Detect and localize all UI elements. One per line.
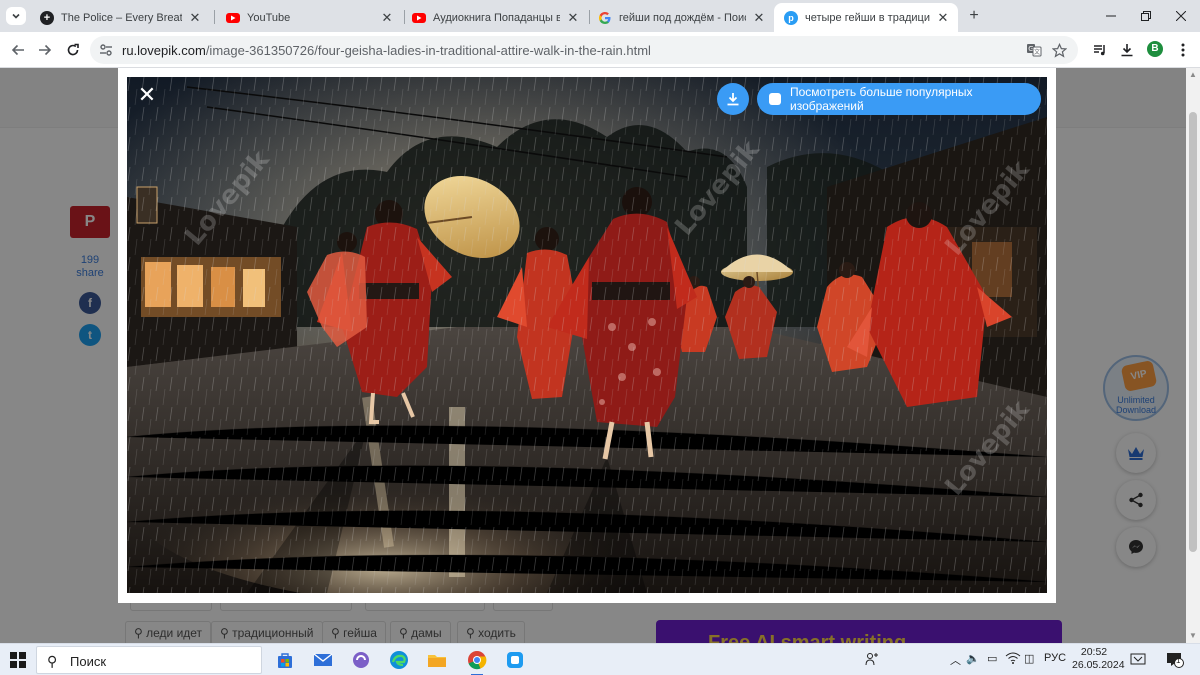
wifi-icon[interactable] — [1005, 652, 1021, 667]
scroll-thumb[interactable] — [1189, 112, 1197, 552]
app-circle-icon[interactable] — [349, 648, 373, 672]
blue-app-icon[interactable] — [503, 648, 527, 672]
svg-text:文: 文 — [1034, 48, 1040, 56]
new-tab-button[interactable]: + — [965, 7, 983, 25]
download-icon[interactable] — [1117, 40, 1137, 60]
arrow-right-icon — [39, 44, 52, 56]
youtube-icon — [412, 12, 426, 23]
battery-icon[interactable]: ▭ — [987, 652, 997, 665]
geisha-rain-photo: Lovepik Lovepik Lovepik Lovepik ✕ Посмот… — [127, 77, 1047, 593]
photo-illustration: Lovepik Lovepik Lovepik Lovepik — [127, 77, 1047, 593]
media-controls-icon[interactable] — [1090, 40, 1110, 60]
close-window-button[interactable] — [1158, 0, 1200, 32]
google-icon — [598, 11, 612, 25]
back-button[interactable] — [6, 38, 30, 62]
edge-app-icon[interactable] — [387, 648, 411, 672]
arrow-left-icon — [11, 44, 24, 56]
chrome-app-icon[interactable] — [465, 648, 489, 675]
site-settings-icon[interactable] — [98, 42, 114, 58]
clock-date: 26.05.2024 — [1072, 659, 1125, 671]
bookmark-star-icon[interactable] — [1050, 41, 1068, 59]
more-menu-icon[interactable] — [1173, 40, 1193, 60]
taskbar-search-box[interactable]: ⚲ Поиск — [36, 646, 262, 674]
scroll-up-icon[interactable]: ▲ — [1186, 68, 1200, 82]
url-text[interactable]: ru.lovepik.com/image-361350726/four-geis… — [122, 43, 651, 58]
translate-icon[interactable]: G文 — [1025, 41, 1043, 59]
reload-button[interactable] — [61, 38, 85, 62]
close-icon[interactable]: ✕ — [936, 10, 950, 26]
tab-google-search[interactable]: гейши под дождём - Поиск в ✕ — [588, 3, 774, 32]
close-icon[interactable]: ✕ — [380, 10, 394, 26]
clock-time: 20:52 — [1080, 646, 1108, 658]
reload-icon — [67, 43, 79, 56]
tab-youtube[interactable]: YouTube ✕ — [216, 3, 402, 32]
close-modal-button[interactable]: ✕ — [133, 81, 161, 109]
more-popular-images-label: Посмотреть больше популярных изображений — [790, 85, 973, 113]
page-scrollbar[interactable]: ▲ ▼ — [1186, 68, 1200, 643]
download-icon — [727, 93, 739, 106]
youtube-icon — [226, 12, 240, 23]
restore-icon — [1141, 11, 1151, 21]
forward-button[interactable] — [33, 38, 57, 62]
close-icon — [1176, 11, 1186, 21]
scroll-down-icon[interactable]: ▼ — [1186, 629, 1200, 643]
profile-avatar[interactable]: B — [1147, 41, 1163, 57]
file-explorer-icon[interactable] — [425, 648, 449, 672]
lovepik-icon: p — [784, 10, 798, 25]
notification-center-icon[interactable]: 1 — [1166, 652, 1184, 671]
language-indicator[interactable]: РУС — [1044, 652, 1066, 664]
windows-taskbar: ⚲ Поиск ︿ 🔈 ▭ ◫ РУС 20:52 26.05.2024 1 — [0, 643, 1200, 675]
url-path: /image-361350726/four-geisha-ladies-in-t… — [205, 43, 651, 58]
gallery-icon — [769, 93, 781, 105]
plus-circle-icon: + — [40, 10, 54, 25]
close-icon[interactable]: ✕ — [188, 10, 202, 26]
taskbar-search-placeholder: Поиск — [70, 654, 107, 669]
mail-app-icon[interactable] — [311, 648, 335, 672]
windows-start-icon[interactable] — [10, 652, 26, 668]
tab-audiobook[interactable]: Аудиокнига Попаданцы в про ✕ — [402, 3, 588, 32]
more-popular-images-button[interactable]: Посмотреть больше популярных изображений — [757, 83, 1041, 115]
tab-title: Аудиокнига Попаданцы в про — [433, 11, 560, 24]
tab-title: четыре гейши в традиционны — [805, 11, 930, 24]
close-icon[interactable]: ✕ — [566, 10, 580, 26]
minimize-icon — [1106, 15, 1116, 17]
download-image-button[interactable] — [717, 83, 749, 115]
close-icon[interactable]: ✕ — [752, 10, 766, 26]
network-icon[interactable]: ◫ — [1024, 652, 1034, 665]
tab-title: гейши под дождём - Поиск в — [619, 11, 746, 24]
tab-title: YouTube — [247, 11, 291, 24]
tab-separator — [214, 10, 215, 24]
system-clock[interactable]: 20:52 26.05.2024 — [1072, 646, 1125, 672]
chevron-down-icon — [12, 13, 20, 19]
show-hidden-icons-icon[interactable]: ︿ — [950, 652, 961, 668]
tab-lovepik[interactable]: p четыре гейши в традиционны ✕ — [774, 3, 958, 32]
keyboard-icon[interactable] — [1130, 652, 1146, 669]
url-host: ru.lovepik.com — [122, 43, 206, 58]
address-bar[interactable]: ru.lovepik.com/image-361350726/four-geis… — [90, 36, 1078, 64]
tab-strip: + The Police – Every Breath You Ta ✕ You… — [0, 0, 1200, 32]
tab-title: The Police – Every Breath You Ta — [61, 11, 182, 24]
tab-the-police[interactable]: + The Police – Every Breath You Ta ✕ — [30, 3, 210, 32]
tab-search-button[interactable] — [6, 7, 26, 25]
search-icon: ⚲ — [47, 653, 58, 669]
notification-count: 1 — [1176, 656, 1181, 665]
store-app-icon[interactable] — [273, 648, 297, 672]
volume-icon[interactable]: 🔈 — [966, 652, 980, 665]
people-icon[interactable] — [865, 652, 879, 669]
image-preview-modal: Lovepik Lovepik Lovepik Lovepik ✕ Посмот… — [118, 68, 1056, 603]
browser-toolbar: ru.lovepik.com/image-361350726/four-geis… — [0, 32, 1200, 68]
